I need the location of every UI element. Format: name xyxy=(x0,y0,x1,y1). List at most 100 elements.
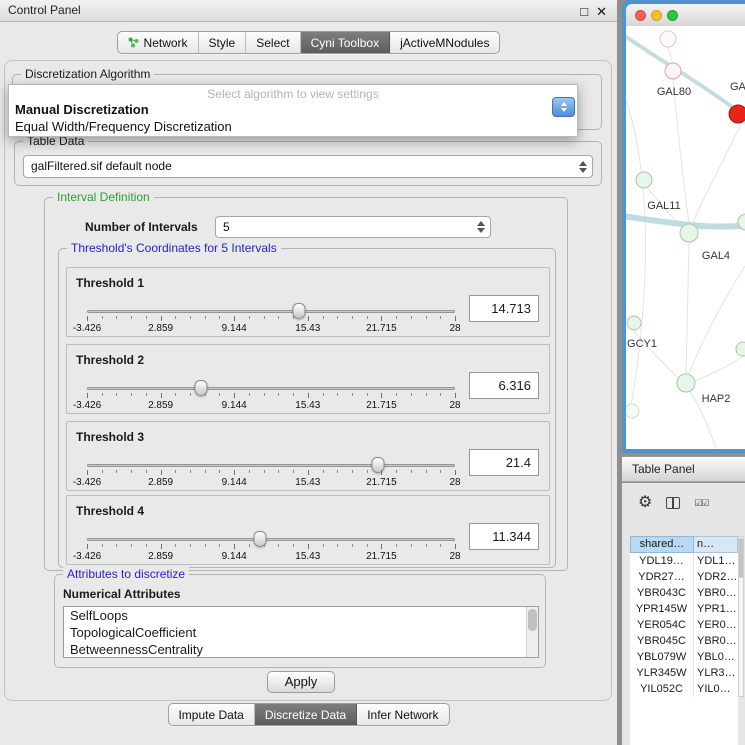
network-node-gal4[interactable] xyxy=(680,224,698,242)
tab-impute-data[interactable]: Impute Data xyxy=(168,704,254,725)
close-icon[interactable]: ✕ xyxy=(596,5,607,18)
number-of-intervals-combobox[interactable]: 5 xyxy=(215,216,491,238)
thresholds-group-title: Threshold's Coordinates for 5 Intervals xyxy=(67,241,281,255)
number-of-intervals-value: 5 xyxy=(223,220,230,234)
table-scrollbar[interactable] xyxy=(738,536,744,697)
table-row[interactable]: YLR345WYLR3… xyxy=(630,665,738,681)
slider-ticks xyxy=(87,316,455,323)
network-node-label: GAL4 xyxy=(702,250,730,262)
threshold-4-slider[interactable]: -3.4262.8599.14415.4321.71528 xyxy=(87,530,455,564)
threshold-1-panel: Threshold 1 14.713 -3.4262.8599.14415.43… xyxy=(66,267,550,337)
gear-icon[interactable]: ⚙ xyxy=(638,495,652,511)
apply-button[interactable]: Apply xyxy=(267,671,335,693)
tab-select[interactable]: Select xyxy=(246,32,300,53)
interval-definition-group: Interval Definition Number of Intervals … xyxy=(44,197,568,571)
table-row[interactable]: YIL052CYIL0… xyxy=(630,681,738,697)
network-icon xyxy=(128,37,139,48)
tab-style[interactable]: Style xyxy=(199,32,247,53)
minimize-traffic-icon[interactable] xyxy=(651,10,662,21)
numerical-attributes-list[interactable]: SelfLoops TopologicalCoefficient Between… xyxy=(63,606,539,658)
network-node-gal80[interactable] xyxy=(665,63,681,79)
threshold-3-slider[interactable]: -3.4262.8599.14415.4321.71528 xyxy=(87,456,455,490)
network-node-label: GA xyxy=(730,81,745,93)
algorithm-placeholder-option[interactable]: Select algorithm to view settings xyxy=(9,85,577,101)
control-panel-title: Control Panel xyxy=(8,3,81,17)
interval-definition-title: Interval Definition xyxy=(53,190,154,204)
table-header-row: shared… n… xyxy=(630,536,738,553)
column-header-shared-name[interactable]: shared… xyxy=(630,536,694,553)
slider-tick-labels: -3.4262.8599.14415.4321.71528 xyxy=(87,323,455,334)
network-node-label: HAP2 xyxy=(702,393,731,405)
table-row[interactable]: YDR27…YDR2… xyxy=(630,569,738,585)
tab-network[interactable]: Network xyxy=(118,32,199,53)
threshold-4-label: Threshold 4 xyxy=(76,504,144,518)
zoom-traffic-icon[interactable] xyxy=(667,10,678,21)
columns-icon[interactable] xyxy=(666,497,680,509)
float-icon[interactable]: □ xyxy=(580,5,588,18)
chevron-updown-icon xyxy=(477,221,485,233)
slider-track xyxy=(87,538,455,541)
table-row[interactable]: YDL19…YDL1… xyxy=(630,553,738,569)
network-node[interactable] xyxy=(626,404,639,418)
network-node-selected-red[interactable] xyxy=(729,105,745,123)
network-node-gal11[interactable] xyxy=(636,172,652,188)
list-item[interactable]: BetweennessCentrality xyxy=(64,641,538,658)
chevron-updown-icon xyxy=(579,161,587,173)
slider-track xyxy=(87,464,455,467)
column-header-name[interactable]: n… xyxy=(694,536,738,553)
network-canvas[interactable]: GAL80 GA GAL11 GAL4 GCY1 HAP2 xyxy=(626,26,745,449)
tab-discretize-data[interactable]: Discretize Data xyxy=(255,704,357,725)
tab-cyni-toolbox[interactable]: Cyni Toolbox xyxy=(301,32,390,53)
algorithm-dropdown-popup: Select algorithm to view settings Manual… xyxy=(8,84,578,137)
control-panel: Control Panel □ ✕ Network Style Select C… xyxy=(0,0,617,745)
threshold-3-value-field[interactable]: 21.4 xyxy=(469,449,539,476)
algorithm-option-manual[interactable]: Manual Discretization xyxy=(9,101,577,118)
network-node[interactable] xyxy=(736,342,745,356)
close-traffic-icon[interactable] xyxy=(635,10,646,21)
table-row[interactable]: YBR045CYBR0… xyxy=(630,633,738,649)
threshold-4-panel: Threshold 4 11.344 -3.4262.8599.14415.43… xyxy=(66,495,550,565)
table-row[interactable]: YPR145WYPR1… xyxy=(630,601,738,617)
attributes-group-title: Attributes to discretize xyxy=(63,567,189,581)
slider-tick-labels: -3.4262.8599.14415.4321.71528 xyxy=(87,551,455,562)
threshold-1-value-field[interactable]: 14.713 xyxy=(469,295,539,322)
slider-tick-labels: -3.4262.8599.14415.4321.71528 xyxy=(87,400,455,411)
tab-network-label: Network xyxy=(144,36,188,50)
network-node-hap2[interactable] xyxy=(677,374,695,392)
list-item[interactable]: TopologicalCoefficient xyxy=(64,624,538,641)
algorithm-option-equal-width[interactable]: Equal Width/Frequency Discretization xyxy=(9,118,577,135)
threshold-2-value-field[interactable]: 6.316 xyxy=(469,372,539,399)
slider-ticks xyxy=(87,470,455,477)
tab-jactivemnodules[interactable]: jActiveMNodules xyxy=(390,32,499,53)
slider-ticks xyxy=(87,544,455,551)
network-view-window: GAL80 GA GAL11 GAL4 GCY1 HAP2 xyxy=(622,0,745,453)
network-node-gcy1[interactable] xyxy=(627,316,641,330)
network-node-label: GAL80 xyxy=(657,86,691,98)
number-of-intervals-label: Number of Intervals xyxy=(85,220,198,234)
threshold-2-slider[interactable]: -3.4262.8599.14415.4321.71528 xyxy=(87,379,455,413)
slider-track xyxy=(87,310,455,313)
top-tab-bar: Network Style Select Cyni Toolbox jActiv… xyxy=(117,31,501,54)
table-row[interactable]: YBR043CYBR0… xyxy=(630,585,738,601)
table-panel-header: Table Panel xyxy=(622,456,745,482)
slider-tick-labels: -3.4262.8599.14415.4321.71528 xyxy=(87,477,455,488)
table-panel-toolbar: ⚙ ☑☑ xyxy=(622,489,745,517)
network-node[interactable] xyxy=(660,31,676,47)
select-columns-icon[interactable]: ☑☑ xyxy=(694,498,708,509)
table-data-combobox[interactable]: galFiltered.sif default node xyxy=(23,155,593,178)
threshold-4-value-field[interactable]: 11.344 xyxy=(469,523,539,550)
control-panel-titlebar: Control Panel □ ✕ xyxy=(0,0,617,22)
tab-infer-network[interactable]: Infer Network xyxy=(357,704,448,725)
table-panel-title: Table Panel xyxy=(632,462,695,476)
threshold-2-panel: Threshold 2 6.316 -3.4262.8599.14415.432… xyxy=(66,344,550,414)
table-row[interactable]: YER054CYER0… xyxy=(630,617,738,633)
table-row[interactable]: YBL079WYBL0… xyxy=(630,649,738,665)
list-item[interactable]: SelfLoops xyxy=(64,607,538,624)
threshold-2-label: Threshold 2 xyxy=(76,353,144,367)
slider-ticks xyxy=(87,393,455,400)
algorithm-combobox-stepper-icon[interactable] xyxy=(552,97,575,117)
list-scrollbar[interactable] xyxy=(526,607,538,657)
threshold-3-panel: Threshold 3 21.4 -3.4262.8599.14415.4321… xyxy=(66,421,550,491)
threshold-1-slider[interactable]: -3.4262.8599.14415.4321.71528 xyxy=(87,302,455,336)
table-data-group: Table Data galFiltered.sif default node xyxy=(14,141,602,186)
